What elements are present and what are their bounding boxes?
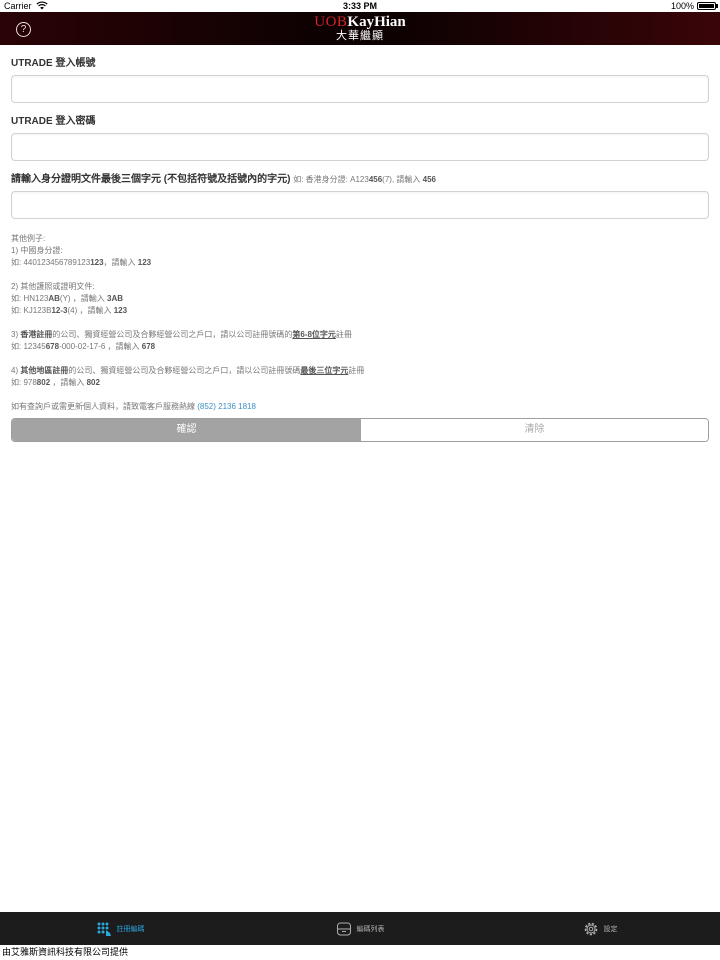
example-4-title: 4) 其他地區註冊的公司、獨資經營公司及合夥經營公司之戶口，請以公司註冊號碼最後… (11, 365, 709, 377)
ex3-line2-mid: -000-02-17-6 ，請輸入 (59, 342, 142, 351)
keypad-icon (97, 922, 111, 936)
brand-kayhian: KayHian (347, 14, 406, 30)
example-3-title: 3) 香港註冊的公司、獨資經營公司及合夥經營公司之戶口，請以公司註冊號碼的第6-… (11, 329, 709, 341)
examples-section: 其他例子: 1) 中國身分證: 如: 440123456789123123，請輸… (11, 233, 709, 389)
tab-bar: 註冊編碼 編碼列表 設定 (0, 912, 720, 945)
account-input[interactable] (11, 75, 709, 103)
hotline-link[interactable]: (852) 2136 1818 (197, 402, 256, 411)
ex3-line2-pre: 如: 12345 (11, 342, 46, 351)
battery-icon (697, 2, 716, 10)
id-hint-mid: (7), 請輸入 (382, 175, 423, 184)
ex3-num: 3) (11, 330, 21, 339)
tab-settings-label: 設定 (603, 925, 618, 933)
example-1: 其他例子: 1) 中國身分證: 如: 440123456789123123，請輸… (11, 233, 709, 269)
footer-credit: 由艾雅斯資訊科技有限公司提供 (0, 945, 720, 960)
ex2b-pre: 如: KJ123B (11, 306, 52, 315)
example-2-title: 2) 其他護照或證明文件: (11, 282, 95, 291)
example-2: 2) 其他護照或證明文件: 如: HN123AB(Y) ，請輸入 3AB 如: … (11, 281, 709, 317)
safe-icon (336, 922, 351, 935)
brand-wordmark: UOBKayHian (0, 14, 720, 30)
id-hint-bold2: 456 (422, 175, 436, 184)
tab-register-code-label: 註冊編碼 (116, 925, 145, 933)
tab-register-code[interactable]: 註冊編碼 (0, 912, 240, 945)
brand-uob: UOB (314, 14, 348, 30)
ex3-mid: 的公司、獨資經營公司及合夥經營公司之戶口，請以公司註冊號碼的 (52, 330, 293, 339)
password-label: UTRADE 登入密碼 (11, 116, 96, 127)
ex4-line2-mid: ，請輸入 (50, 378, 87, 387)
example-3: 3) 香港註冊的公司、獨資經營公司及合夥經營公司之戶口，請以公司註冊號碼的第6-… (11, 329, 709, 353)
tab-code-list[interactable]: 編碼列表 (240, 912, 480, 945)
ex1-bold: 123 (90, 258, 104, 267)
example-3-line: 如: 12345678-000-02-17-6 ，請輸入 678 (11, 341, 709, 353)
ex2b-bold: 12-3 (51, 306, 68, 315)
clock: 3:33 PM (342, 1, 377, 11)
ex3-end: 註冊 (335, 330, 352, 339)
battery-tip (716, 4, 718, 8)
tab-settings[interactable]: 設定 (480, 912, 720, 945)
tab-code-list-label: 編碼列表 (356, 925, 385, 933)
ex2a-bold: AB (48, 294, 60, 303)
id-hint-bold: 456 (368, 175, 383, 184)
ex4-bold: 其他地區註冊 (20, 366, 69, 375)
id-hint-pre: 如: 香港身分證: A123 (293, 175, 369, 184)
header-bar: ? UOBKayHian 大華繼顯 (0, 12, 720, 45)
ex2a-bold2: 3AB (107, 294, 124, 303)
clear-button[interactable]: 清除 (361, 419, 708, 441)
ex3-bold: 香港註冊 (20, 330, 53, 339)
id-label: 請輸入身分證明文件最後三個字元 (不包括符號及括號內的字元) 如: 香港身分證:… (11, 173, 709, 187)
ex1-mid: ，請輸入 (103, 258, 138, 267)
account-label: UTRADE 登入帳號 (11, 58, 96, 69)
ex2a-pre: 如: HN123 (11, 294, 49, 303)
status-bar: Carrier 3:33 PM 100% (0, 0, 720, 12)
contact-info: 如有查詢戶或需更新個人資料，請致電客戶服務熱線 (852) 2136 1818 (11, 401, 709, 413)
ex4-end: 註冊 (348, 366, 365, 375)
example-1-title: 1) 中國身分證: (11, 246, 63, 255)
contact-text: 如有查詢戶或需更新個人資料，請致電客戶服務熱線 (11, 402, 198, 411)
example-2a-line: 如: HN123AB(Y) ，請輸入 3AB (11, 293, 709, 305)
gear-icon (584, 922, 597, 935)
ex2a-mid: (Y) ，請輸入 (59, 294, 108, 303)
action-buttons: 確認 清除 (11, 418, 709, 442)
ex4-mid: 的公司、獨資經營公司及合夥經營公司之戶口，請以公司註冊號碼 (68, 366, 301, 375)
example-4: 4) 其他地區註冊的公司、獨資經營公司及合夥經營公司之戶口，請以公司註冊號碼最後… (11, 365, 709, 389)
ex3-underline: 第6-8位字元 (292, 330, 336, 339)
ex1-bold2: 123 (137, 258, 152, 267)
ex3-line2-bold: 678 (45, 342, 60, 351)
example-4-line: 如: 978802 ，請輸入 802 (11, 377, 709, 389)
ex2b-mid: (4) ，請輸入 (67, 306, 114, 315)
example-2b-line: 如: KJ123B12-3(4) ，請輸入 123 (11, 305, 709, 317)
ex3-line2-bold2: 678 (141, 342, 156, 351)
example-1-line: 如: 440123456789123123，請輸入 123 (11, 257, 709, 269)
ex4-line2-pre: 如: 978 (11, 378, 37, 387)
examples-title: 其他例子: (11, 234, 46, 243)
confirm-button[interactable]: 確認 (12, 419, 361, 441)
ex4-num: 4) (11, 366, 21, 375)
ex1-pre: 如: 440123456789123 (11, 258, 91, 267)
ex2b-bold2: 123 (113, 306, 128, 315)
ex4-line2-bold2: 802 (86, 378, 100, 387)
password-input[interactable] (11, 133, 709, 161)
id-chars-input[interactable] (11, 191, 709, 219)
registration-form: UTRADE 登入帳號 UTRADE 登入密碼 請輸入身分證明文件最後三個字元 … (11, 45, 709, 442)
brand-chinese: 大華繼顯 (336, 30, 384, 42)
ex4-underline: 最後三位字元 (300, 366, 349, 375)
id-label-text: 請輸入身分證明文件最後三個字元 (不包括符號及括號內的字元) (11, 174, 291, 185)
brand-logo: UOBKayHian 大華繼顯 (0, 14, 720, 43)
battery-percent: 100% (670, 1, 694, 11)
id-hint: 如: 香港身分證: A123456(7), 請輸入 456 (293, 175, 436, 184)
ex4-line2-bold: 802 (36, 378, 51, 387)
